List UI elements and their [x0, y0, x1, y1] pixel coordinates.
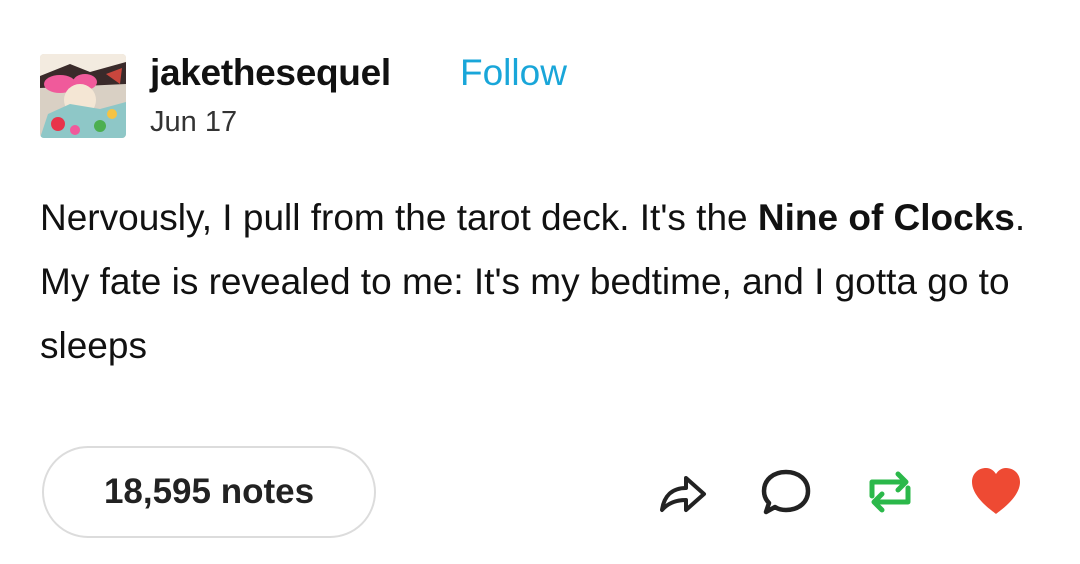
like-button[interactable]: [964, 460, 1028, 524]
reblog-icon: [869, 471, 911, 513]
share-button[interactable]: [650, 460, 714, 524]
post-body-bold: Nine of Clocks: [757, 197, 1015, 238]
speech-bubble-icon: [761, 469, 811, 515]
post-body: Nervously, I pull from the tarot deck. I…: [40, 186, 1040, 378]
avatar[interactable]: [40, 54, 126, 138]
heart-icon: [972, 468, 1020, 514]
post-body-text-1: Nervously, I pull from the tarot deck. I…: [40, 197, 758, 238]
notes-count-button[interactable]: 18,595 notes: [42, 446, 376, 538]
share-arrow-icon: [660, 476, 706, 512]
follow-button[interactable]: Follow: [460, 52, 567, 94]
reply-button[interactable]: [754, 460, 818, 524]
username[interactable]: jakethesequel: [150, 52, 391, 94]
post-date[interactable]: Jun 17: [150, 106, 237, 139]
reblog-button[interactable]: [858, 460, 922, 524]
